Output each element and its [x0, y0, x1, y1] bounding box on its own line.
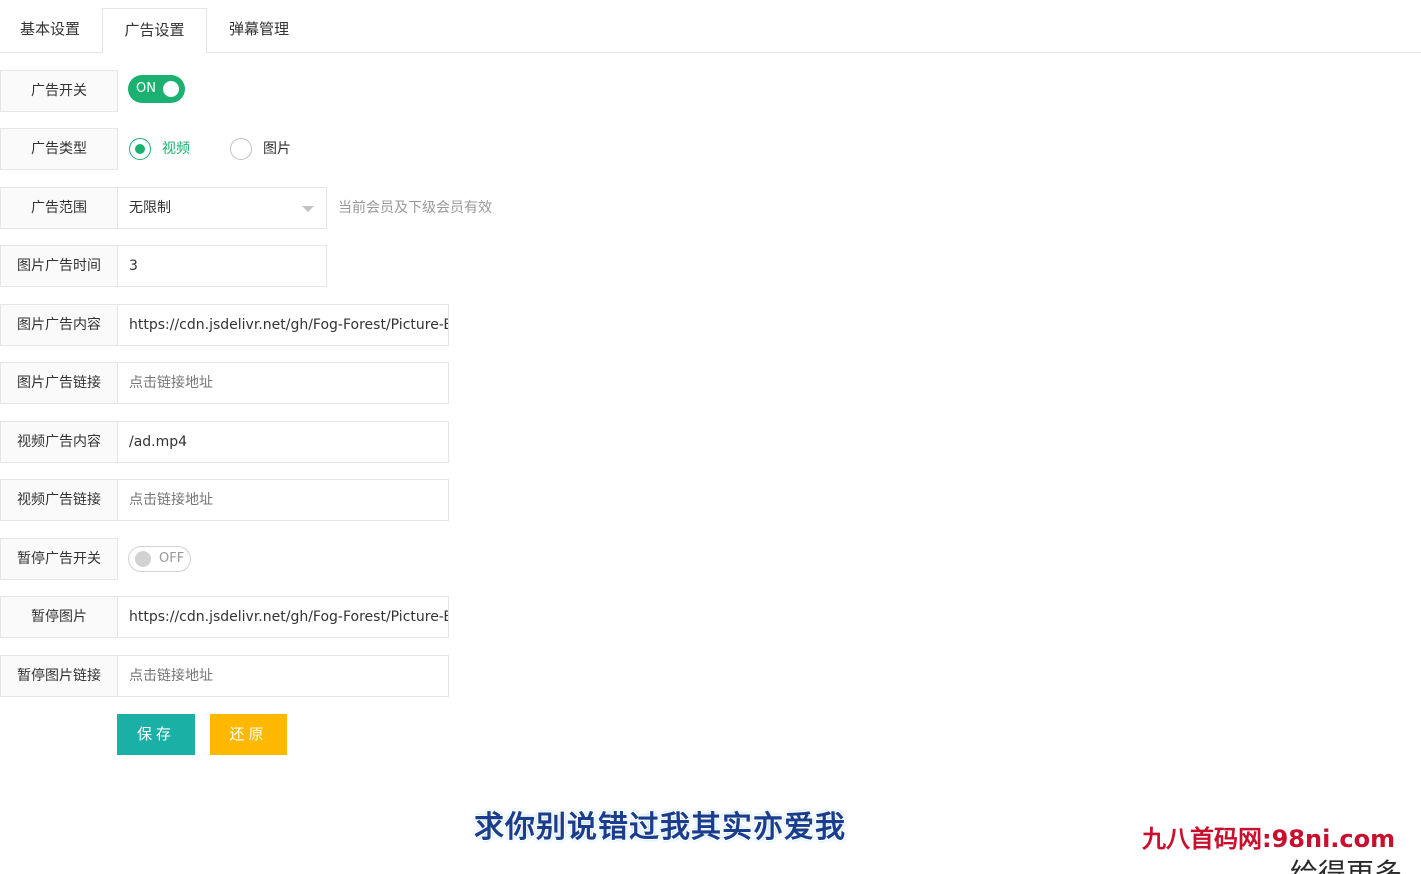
ad-scope-select[interactable]: 无限制 [117, 187, 327, 229]
video-ad-link-label: 视频广告链接 [0, 479, 118, 521]
ad-scope-label: 广告范围 [0, 187, 118, 229]
img-ad-content-label: 图片广告内容 [0, 304, 118, 346]
corner-caption: 给得更多 [1290, 857, 1403, 874]
ad-type-option-image: 图片 [263, 141, 291, 157]
video-ad-content-input[interactable]: /ad.mp4 [117, 421, 449, 463]
img-ad-time-label: 图片广告时间 [0, 245, 118, 287]
pause-img-link-label: 暂停图片链接 [0, 655, 118, 697]
ad-type-option-video: 视频 [162, 141, 190, 157]
video-ad-link-input[interactable]: 点击链接地址 [117, 479, 449, 521]
radio-unchecked-icon [230, 138, 252, 160]
img-ad-time-input[interactable]: 3 [117, 245, 327, 287]
pause-img-link-input[interactable]: 点击链接地址 [117, 655, 449, 697]
caret-down-icon [302, 206, 314, 212]
img-ad-link-input[interactable]: 点击链接地址 [117, 362, 449, 404]
pause-ad-switch-state: OFF [159, 551, 185, 566]
reset-button[interactable]: 还原 [210, 714, 287, 755]
tab-basic-settings[interactable]: 基本设置 [0, 8, 100, 53]
pause-img-input[interactable]: https://cdn.jsdelivr.net/gh/Fog-Forest/P… [117, 596, 449, 638]
pause-img-label: 暂停图片 [0, 596, 118, 638]
ad-switch-label: 广告开关 [0, 70, 118, 112]
settings-tabs: 基本设置 广告设置 弹幕管理 [0, 0, 1421, 54]
img-ad-content-input[interactable]: https://cdn.jsdelivr.net/gh/Fog-Forest/P… [117, 304, 449, 346]
ad-type-label: 广告类型 [0, 128, 118, 170]
save-button[interactable]: 保存 [117, 714, 195, 755]
switch-knob [163, 81, 179, 97]
switch-knob [135, 551, 151, 567]
ad-scope-hint: 当前会员及下级会员有效 [338, 200, 492, 216]
video-subtitle: 求你别说错过我其实亦爱我 [474, 810, 846, 845]
ad-scope-value: 无限制 [129, 200, 171, 216]
radio-checked-icon [129, 138, 151, 160]
video-ad-content-label: 视频广告内容 [0, 421, 118, 463]
site-watermark: 九八首码网:98ni.com [1142, 825, 1396, 853]
pause-ad-switch-label: 暂停广告开关 [0, 538, 118, 580]
tab-ad-settings[interactable]: 广告设置 [102, 8, 207, 54]
img-ad-link-label: 图片广告链接 [0, 362, 118, 404]
tab-danmaku-management[interactable]: 弹幕管理 [209, 8, 309, 53]
pause-ad-switch-toggle[interactable]: OFF [128, 546, 191, 572]
ad-switch-toggle[interactable]: ON [128, 75, 185, 103]
ad-switch-state: ON [136, 81, 156, 96]
